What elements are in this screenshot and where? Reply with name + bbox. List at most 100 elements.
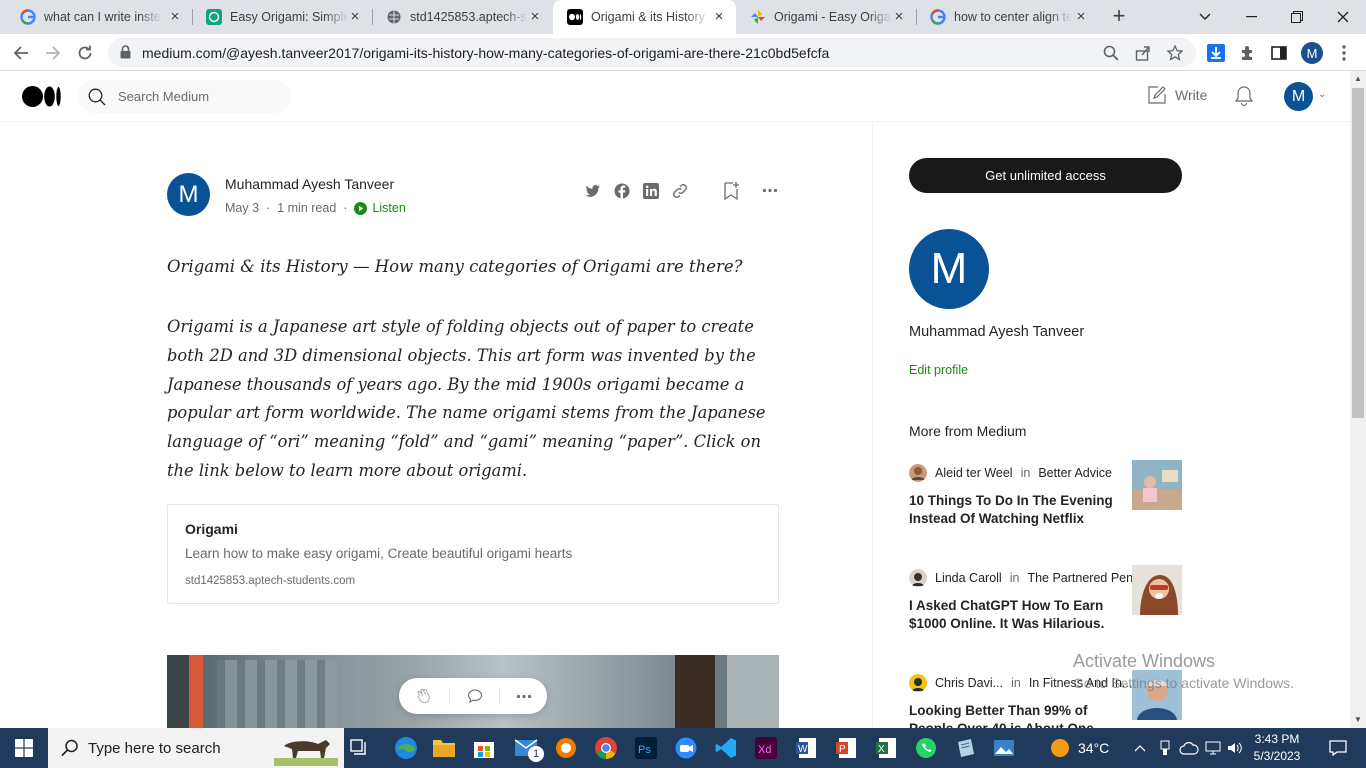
chrome-menu-button[interactable] [1333, 42, 1355, 64]
tab-google-search-1[interactable]: what can I write instead × [6, 0, 192, 34]
author-avatar-icon [909, 464, 927, 482]
vscode-icon[interactable] [706, 728, 746, 768]
rec-publication[interactable]: Better Advice [1038, 466, 1112, 480]
weather-icon[interactable] [1046, 728, 1074, 768]
extensions-puzzle-icon[interactable] [1237, 42, 1259, 64]
chrome-icon[interactable] [586, 728, 626, 768]
rec-author[interactable]: Linda Caroll [935, 571, 1002, 585]
listen-button[interactable]: Listen [354, 201, 406, 215]
rec-thumbnail[interactable] [1132, 460, 1182, 510]
scrollbar-thumb[interactable] [1352, 88, 1364, 418]
tab-close-icon[interactable]: × [712, 9, 726, 24]
zoom-icon[interactable] [1102, 44, 1120, 62]
tab-close-icon[interactable]: × [168, 9, 182, 24]
tray-chevron-up-icon[interactable] [1128, 728, 1152, 768]
powerpoint-icon[interactable]: P [826, 728, 866, 768]
tab-close-icon[interactable]: × [528, 9, 542, 24]
clock-date[interactable]: 5/3/2023 [1252, 749, 1302, 763]
start-button[interactable] [4, 728, 44, 768]
word-icon[interactable]: W [786, 728, 826, 768]
close-window-button[interactable] [1320, 0, 1366, 34]
profile-avatar-button[interactable]: M [1301, 42, 1323, 64]
rec-title[interactable]: I Asked ChatGPT How To Earn $1000 Online… [909, 597, 1114, 633]
more-options-icon[interactable] [762, 188, 778, 193]
sidebar-author-avatar[interactable]: M [909, 229, 989, 309]
write-button[interactable]: Write [1147, 85, 1207, 105]
comment-icon[interactable] [466, 687, 484, 705]
mail-icon[interactable]: 1 [506, 728, 546, 768]
linkedin-icon[interactable] [643, 183, 659, 199]
rec-thumbnail[interactable] [1132, 565, 1182, 615]
recommendation-item[interactable]: Aleid ter Weel in Better Advice 10 Thing… [909, 460, 1182, 544]
forward-button[interactable] [40, 40, 66, 66]
notes-app-icon[interactable] [946, 728, 986, 768]
tab-aptech[interactable]: std1425853.aptech-stu × [372, 0, 552, 34]
edit-profile-link[interactable]: Edit profile [909, 363, 968, 377]
rec-author[interactable]: Chris Davi... [935, 676, 1003, 690]
tab-close-icon[interactable]: × [348, 9, 362, 24]
author-name[interactable]: Muhammad Ayesh Tanveer [225, 176, 394, 192]
svg-text:W: W [798, 744, 808, 755]
rec-author[interactable]: Aleid ter Weel [935, 466, 1013, 480]
back-button[interactable] [8, 40, 34, 66]
medium-search-input[interactable]: Search Medium [78, 80, 291, 113]
get-unlimited-access-button[interactable]: Get unlimited access [909, 158, 1182, 193]
tab-medium-active[interactable]: Origami & its History — × [553, 0, 736, 34]
share-icon[interactable] [1134, 44, 1152, 62]
rec-publication[interactable]: The Partnered Pen [1027, 571, 1133, 585]
network-icon[interactable] [1202, 728, 1224, 768]
medium-user-avatar[interactable]: M [1284, 82, 1313, 111]
more-options-icon[interactable] [515, 687, 533, 705]
chevron-down-icon[interactable]: ⌄ [1318, 89, 1326, 100]
file-explorer-icon[interactable] [424, 728, 464, 768]
photoshop-icon[interactable]: Ps [626, 728, 666, 768]
tab-google-search-2[interactable]: how to center align te × [916, 0, 1098, 34]
adobe-xd-icon[interactable]: Xd [746, 728, 786, 768]
usb-device-icon[interactable] [1154, 728, 1176, 768]
download-icon[interactable] [1205, 42, 1227, 64]
copy-link-icon[interactable] [671, 183, 689, 199]
recommendation-item[interactable]: Linda Caroll in The Partnered Pen I Aske… [909, 565, 1182, 649]
facebook-icon[interactable] [614, 183, 630, 199]
medium-header: Search Medium Write M ⌄ [0, 71, 1350, 122]
notification-center-icon[interactable] [1318, 728, 1358, 768]
scroll-up-arrow-icon[interactable]: ▲ [1350, 71, 1366, 87]
side-panel-icon[interactable] [1268, 42, 1290, 64]
brave-browser-icon[interactable] [546, 728, 586, 768]
twitter-icon[interactable] [585, 183, 601, 199]
rec-title[interactable]: 10 Things To Do In The Evening Instead O… [909, 492, 1114, 528]
medium-logo-icon[interactable] [22, 86, 62, 107]
tab-origami-easy[interactable]: Origami - Easy Origami × [736, 0, 916, 34]
minimize-button[interactable] [1228, 0, 1274, 34]
tab-close-icon[interactable]: × [892, 9, 906, 24]
link-card-title: Origami [185, 521, 238, 537]
edge-icon[interactable] [386, 728, 426, 768]
task-view-icon[interactable] [340, 728, 380, 768]
scroll-down-arrow-icon[interactable]: ▼ [1350, 712, 1366, 728]
cloud-sync-icon[interactable] [1176, 728, 1202, 768]
reload-button[interactable] [72, 40, 98, 66]
microsoft-store-icon[interactable] [464, 728, 504, 768]
whatsapp-icon[interactable] [906, 728, 946, 768]
clap-icon[interactable] [415, 687, 433, 705]
volume-icon[interactable] [1224, 728, 1246, 768]
bookmark-star-icon[interactable] [1166, 44, 1184, 62]
taskbar-search-box[interactable]: Type here to search [48, 728, 344, 768]
tab-close-icon[interactable]: × [1074, 9, 1088, 24]
bookmark-add-icon[interactable] [722, 181, 740, 201]
clock-time[interactable]: 3:43 PM [1252, 732, 1302, 746]
zoom-icon[interactable] [666, 728, 706, 768]
address-bar[interactable]: medium.com/@ayesh.tanveer2017/origami-it… [108, 38, 1196, 67]
notification-bell-icon[interactable] [1234, 85, 1254, 107]
tab-chatgpt[interactable]: Easy Origami: Simple F × [192, 0, 372, 34]
sidebar-author-name[interactable]: Muhammad Ayesh Tanveer [909, 324, 1084, 340]
page-scrollbar[interactable]: ▲ ▼ [1350, 71, 1366, 728]
photos-app-icon[interactable] [984, 728, 1024, 768]
excel-icon[interactable]: X [866, 728, 906, 768]
weather-temp[interactable]: 34°C [1078, 740, 1109, 756]
restore-button[interactable] [1274, 0, 1320, 34]
tab-search-button[interactable] [1182, 0, 1228, 34]
link-preview-card[interactable]: Origami Learn how to make easy origami, … [167, 504, 779, 604]
author-avatar[interactable]: M [167, 173, 210, 216]
new-tab-button[interactable]: + [1108, 5, 1130, 28]
